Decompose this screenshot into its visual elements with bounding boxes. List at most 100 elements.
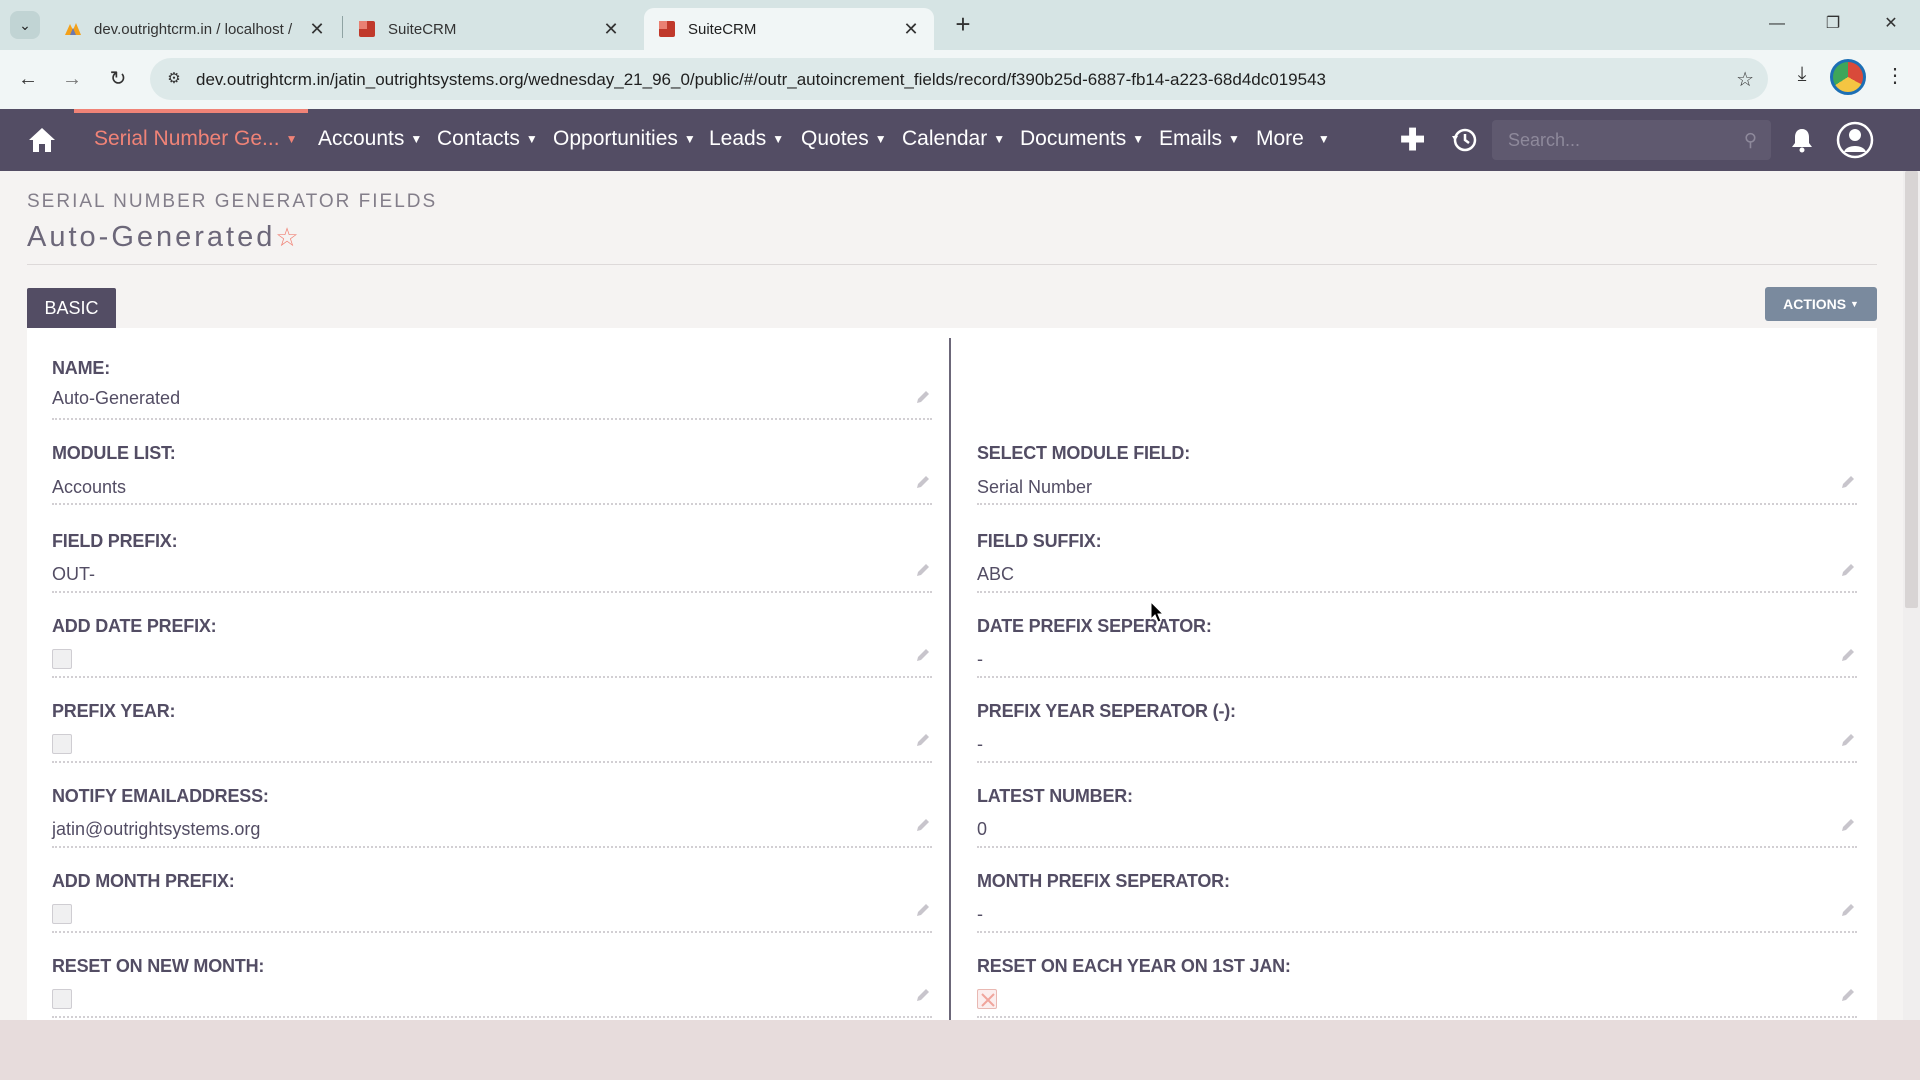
global-search-input[interactable]: Search... ⚲ xyxy=(1492,120,1771,160)
nav-item-accounts[interactable]: Accounts ▼ xyxy=(318,127,422,151)
favorite-star-icon[interactable]: ☆ xyxy=(275,222,298,252)
field-notify-emailaddress: NOTIFY EMAILADDRESS: jatin@outrightsyste… xyxy=(52,786,932,868)
minimize-icon[interactable]: — xyxy=(1754,8,1800,40)
field-underline xyxy=(977,1016,1857,1018)
restore-icon[interactable]: ❐ xyxy=(1810,8,1856,40)
scrollbar-thumb[interactable] xyxy=(1905,171,1918,608)
field-value: jatin@outrightsystems.org xyxy=(52,819,261,839)
reset-on-new-month-checkbox[interactable] xyxy=(52,989,72,1009)
browser-tab-bar: ⌄ dev.outrightcrm.in / localhost / ✕ Sui… xyxy=(0,0,1920,50)
record-title: Auto-Generated☆ xyxy=(27,221,299,254)
download-icon[interactable]: ⤓ xyxy=(1786,63,1818,95)
tab-title: SuiteCRM xyxy=(388,20,457,38)
back-arrow-icon[interactable]: ← xyxy=(12,63,44,95)
page-scrollbar[interactable] xyxy=(1903,171,1920,1020)
browser-menu-icon[interactable]: ⋮ xyxy=(1880,63,1910,95)
edit-pencil-icon[interactable] xyxy=(1839,901,1857,919)
edit-pencil-icon[interactable] xyxy=(1839,561,1857,579)
edit-pencil-icon[interactable] xyxy=(914,561,932,579)
edit-pencil-icon[interactable] xyxy=(914,986,932,1004)
address-bar[interactable]: ⚙ dev.outrightcrm.in/jatin_outrightsyste… xyxy=(150,58,1768,100)
module-title: SERIAL NUMBER GENERATOR FIELDS xyxy=(27,191,438,212)
nav-item-label: More xyxy=(1256,127,1304,150)
field-underline xyxy=(52,931,932,933)
mouse-cursor-icon xyxy=(1150,601,1164,623)
nav-item-serial-number-generator[interactable]: Serial Number Ge... ▼ xyxy=(94,127,297,151)
forward-arrow-icon[interactable]: → xyxy=(56,63,88,95)
nav-item-leads[interactable]: Leads ▼ xyxy=(709,127,784,151)
suitecrm-favicon-icon xyxy=(359,21,375,37)
create-plus-icon[interactable]: ✚ xyxy=(1400,123,1425,158)
edit-pencil-icon[interactable] xyxy=(914,473,932,491)
field-underline xyxy=(52,503,932,505)
prefix-year-checkbox[interactable] xyxy=(52,734,72,754)
window-close-icon[interactable]: ✕ xyxy=(1868,8,1914,40)
close-icon[interactable]: ✕ xyxy=(596,19,626,40)
edit-pencil-icon[interactable] xyxy=(914,901,932,919)
browser-tab-phpmyadmin[interactable]: dev.outrightcrm.in / localhost / ✕ xyxy=(50,8,340,50)
suitecrm-favicon-icon xyxy=(659,21,675,37)
nav-item-emails[interactable]: Emails ▼ xyxy=(1159,127,1240,151)
browser-tab-suitecrm[interactable]: SuiteCRM ✕ xyxy=(344,8,634,50)
reset-on-each-year-checkbox[interactable] xyxy=(977,989,997,1009)
user-profile-icon[interactable] xyxy=(1836,121,1874,159)
notification-bell-icon[interactable] xyxy=(1790,127,1814,153)
field-value: - xyxy=(977,734,983,754)
edit-pencil-icon[interactable] xyxy=(914,646,932,664)
profile-avatar[interactable] xyxy=(1830,59,1866,95)
edit-pencil-icon[interactable] xyxy=(1839,816,1857,834)
field-label: RESET ON EACH YEAR ON 1ST JAN: xyxy=(977,956,1291,976)
edit-pencil-icon[interactable] xyxy=(1839,473,1857,491)
search-placeholder: Search... xyxy=(1508,130,1581,150)
browser-tab-suitecrm-active[interactable]: SuiteCRM ✕ xyxy=(644,8,934,50)
edit-pencil-icon[interactable] xyxy=(1839,646,1857,664)
record-title-text: Auto-Generated xyxy=(27,221,276,253)
field-label: MONTH PREFIX SEPERATOR: xyxy=(977,871,1230,891)
new-tab-plus-icon[interactable]: + xyxy=(948,10,978,40)
field-label: MODULE LIST: xyxy=(52,443,176,463)
add-month-prefix-checkbox[interactable] xyxy=(52,904,72,924)
close-icon[interactable]: ✕ xyxy=(896,19,926,40)
search-icon[interactable]: ⚲ xyxy=(1744,130,1757,151)
field-add-month-prefix: ADD MONTH PREFIX: xyxy=(52,871,932,953)
edit-pencil-icon[interactable] xyxy=(1839,731,1857,749)
phpmyadmin-favicon-icon xyxy=(65,23,81,35)
active-tab-indicator xyxy=(74,109,308,113)
home-icon[interactable] xyxy=(28,127,56,153)
caret-down-icon: ▼ xyxy=(683,132,696,147)
edit-pencil-icon[interactable] xyxy=(914,816,932,834)
nav-item-more[interactable]: More ▼ xyxy=(1256,127,1330,151)
caret-down-icon: ▼ xyxy=(410,132,423,147)
field-prefix-year-seperator: PREFIX YEAR SEPERATOR (-): - xyxy=(977,701,1857,783)
tab-basic[interactable]: BASIC xyxy=(27,288,116,328)
field-value: ABC xyxy=(977,564,1015,584)
site-info-icon[interactable]: ⚙ xyxy=(162,67,186,91)
bookmark-star-icon[interactable]: ☆ xyxy=(1736,67,1754,92)
actions-dropdown-button[interactable]: ACTIONS ▼ xyxy=(1765,287,1877,321)
url-text[interactable]: dev.outrightcrm.in/jatin_outrightsystems… xyxy=(196,70,1326,90)
caret-down-icon: ▼ xyxy=(1228,132,1240,147)
tab-search-button[interactable]: ⌄ xyxy=(10,11,40,39)
caret-down-icon: ▼ xyxy=(1132,132,1145,147)
field-reset-on-new-month: RESET ON NEW MONTH: xyxy=(52,956,932,1020)
field-underline xyxy=(52,1016,932,1018)
field-underline xyxy=(977,761,1857,763)
nav-item-documents[interactable]: Documents ▼ xyxy=(1020,127,1144,151)
nav-item-calendar[interactable]: Calendar ▼ xyxy=(902,127,1005,151)
nav-item-opportunities[interactable]: Opportunities ▼ xyxy=(553,127,696,151)
field-value: Serial Number xyxy=(977,477,1093,497)
nav-item-quotes[interactable]: Quotes ▼ xyxy=(801,127,887,151)
caret-down-icon: ▼ xyxy=(772,132,785,147)
history-icon[interactable] xyxy=(1450,126,1478,154)
edit-pencil-icon[interactable] xyxy=(914,731,932,749)
edit-pencil-icon[interactable] xyxy=(1839,986,1857,1004)
edit-pencil-icon[interactable] xyxy=(914,388,932,406)
close-icon[interactable]: ✕ xyxy=(302,19,332,40)
field-module-list: MODULE LIST: Accounts xyxy=(52,443,932,525)
field-underline xyxy=(52,676,932,678)
field-underline xyxy=(977,591,1857,593)
field-prefix-year: PREFIX YEAR: xyxy=(52,701,932,783)
nav-item-contacts[interactable]: Contacts ▼ xyxy=(437,127,538,151)
reload-icon[interactable]: ↻ xyxy=(102,63,134,95)
add-date-prefix-checkbox[interactable] xyxy=(52,649,72,669)
